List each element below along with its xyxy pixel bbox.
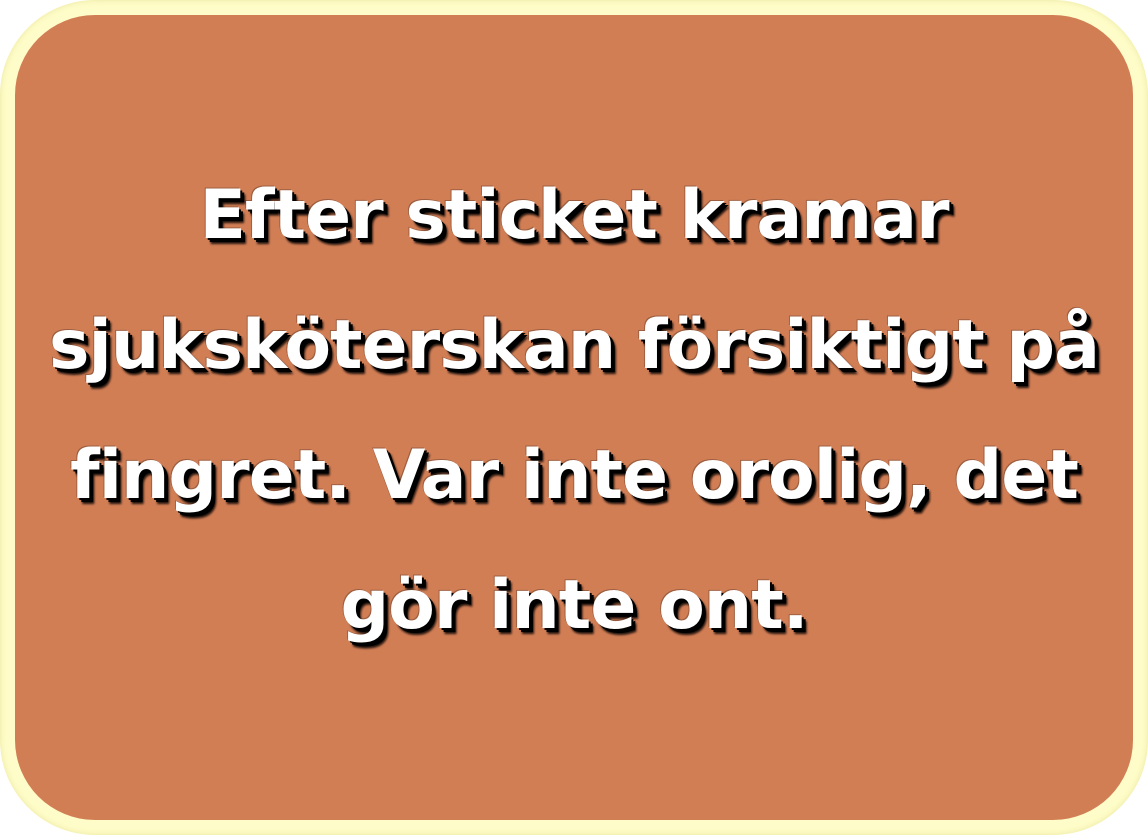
card-frame: Efter sticket kramar sjuksköterskan förs…: [0, 0, 1148, 835]
card-panel: Efter sticket kramar sjuksköterskan förs…: [15, 15, 1133, 820]
card-message: Efter sticket kramar sjuksköterskan förs…: [49, 175, 1100, 645]
